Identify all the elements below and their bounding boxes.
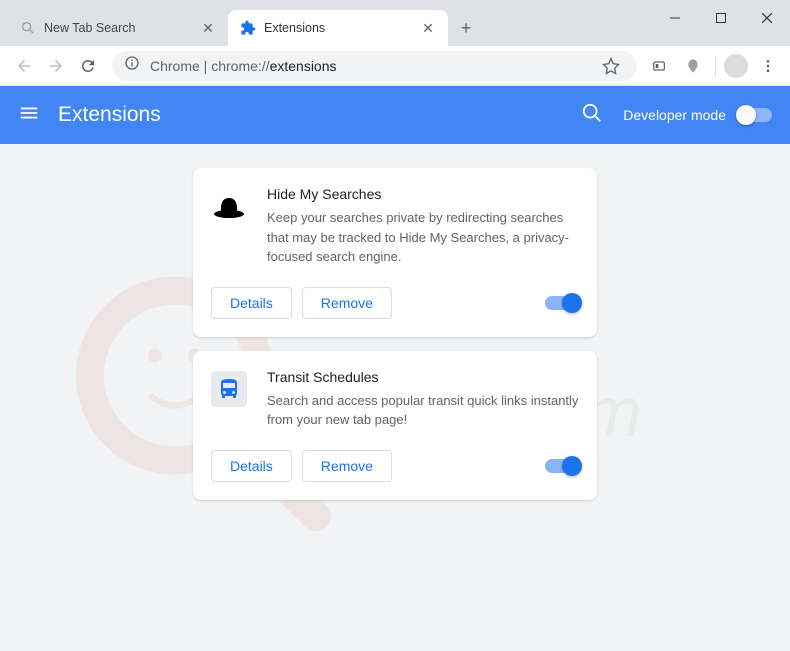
extension-action-icon[interactable] — [645, 52, 673, 80]
developer-mode-toggle[interactable] — [738, 108, 772, 122]
site-info-icon[interactable] — [124, 55, 140, 76]
extension-description: Search and access popular transit quick … — [267, 391, 579, 430]
details-button[interactable]: Details — [211, 450, 292, 482]
reload-button[interactable] — [74, 52, 102, 80]
tab-title: Extensions — [264, 21, 420, 35]
address-bar[interactable]: Chrome | chrome://extensions — [112, 51, 637, 81]
extensions-content: risk .com Hide My Searches Keep your sea… — [0, 144, 790, 651]
new-tab-button[interactable]: + — [452, 14, 480, 42]
enable-toggle[interactable] — [545, 459, 579, 473]
extension-card: Transit Schedules Search and access popu… — [193, 351, 597, 500]
enable-toggle[interactable] — [545, 296, 579, 310]
browser-toolbar: Chrome | chrome://extensions — [0, 46, 790, 86]
remove-button[interactable]: Remove — [302, 450, 392, 482]
search-icon[interactable] — [581, 102, 603, 129]
maximize-button[interactable] — [698, 0, 744, 36]
tab-new-tab-search[interactable]: New Tab Search ✕ — [8, 10, 228, 46]
star-icon[interactable] — [597, 52, 625, 80]
window-controls — [652, 0, 790, 36]
tab-title: New Tab Search — [44, 21, 200, 35]
url-text: Chrome | chrome://extensions — [150, 58, 337, 74]
extensions-header: Extensions Developer mode — [0, 86, 790, 144]
extension-icon — [240, 20, 256, 36]
developer-mode-label: Developer mode — [623, 107, 726, 123]
remove-button[interactable]: Remove — [302, 287, 392, 319]
details-button[interactable]: Details — [211, 287, 292, 319]
extension-name: Hide My Searches — [267, 186, 579, 202]
separator — [715, 56, 716, 76]
hat-icon — [211, 188, 247, 224]
profile-avatar[interactable] — [724, 54, 748, 78]
menu-icon[interactable] — [754, 52, 782, 80]
forward-button[interactable] — [42, 52, 70, 80]
page-title: Extensions — [58, 103, 581, 127]
extension-card: Hide My Searches Keep your searches priv… — [193, 168, 597, 337]
close-icon[interactable]: ✕ — [420, 20, 436, 36]
close-window-button[interactable] — [744, 0, 790, 36]
extension-action-icon[interactable] — [679, 52, 707, 80]
extension-name: Transit Schedules — [267, 369, 579, 385]
bus-icon — [211, 371, 247, 407]
tab-extensions[interactable]: Extensions ✕ — [228, 10, 448, 46]
close-icon[interactable]: ✕ — [200, 20, 216, 36]
toolbar-actions — [645, 52, 782, 80]
search-icon — [20, 20, 36, 36]
menu-icon[interactable] — [18, 102, 40, 129]
back-button[interactable] — [10, 52, 38, 80]
extension-description: Keep your searches private by redirectin… — [267, 208, 579, 267]
minimize-button[interactable] — [652, 0, 698, 36]
